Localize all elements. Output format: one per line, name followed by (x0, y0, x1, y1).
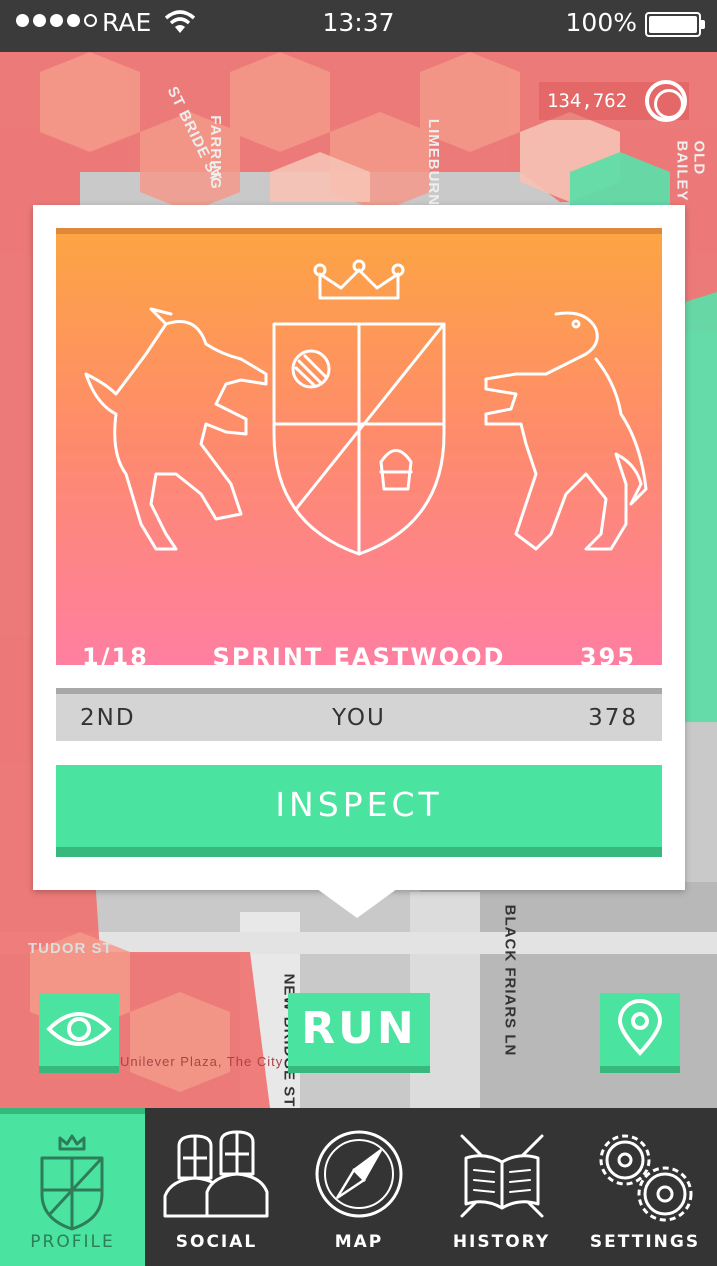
tab-settings[interactable]: SETTINGS (573, 1108, 717, 1266)
tab-label: SETTINGS (589, 1232, 701, 1252)
your-label: YOU (332, 705, 386, 731)
eye-icon (46, 1012, 112, 1046)
inspect-button[interactable]: INSPECT (56, 765, 662, 857)
street-label: FARRING (206, 115, 224, 190)
book-swords-icon (460, 1134, 544, 1218)
crest-icon (40, 1134, 104, 1231)
battery-icon (645, 12, 705, 37)
street-label: LIMEBURN (425, 118, 443, 207)
street-label: TUDOR ST (28, 940, 113, 957)
card-pointer (313, 886, 401, 918)
tab-label: PROFILE (30, 1232, 115, 1252)
view-button[interactable] (39, 993, 119, 1073)
locate-button[interactable] (600, 993, 680, 1073)
street-label: Unilever Plaza, The City (120, 1054, 284, 1069)
run-button[interactable]: RUN (288, 993, 430, 1073)
your-standing-row: 2ND YOU 378 (56, 688, 662, 741)
knights-icon (163, 1130, 269, 1218)
tab-profile[interactable]: PROFILE (0, 1108, 145, 1266)
tab-label: MAP (334, 1232, 384, 1252)
tab-label: SOCIAL (175, 1232, 258, 1252)
street-label: BLACK FRIARS LN (501, 904, 519, 1057)
battery-percent: 100% (565, 8, 637, 37)
coin-icon (645, 80, 687, 122)
crest-panel: 1/18 SPRINT EASTWOOD 395 (56, 228, 662, 671)
tab-bar: PROFILE SOCIAL MAP HISTORY SETTINGS (0, 1108, 717, 1266)
territory-name: SPRINT EASTWOOD (212, 643, 506, 671)
owner-points: 395 (579, 643, 636, 671)
tab-label: HISTORY (452, 1232, 551, 1252)
your-points: 378 (588, 705, 638, 731)
coat-of-arms-icon (84, 259, 648, 556)
tab-history[interactable]: HISTORY (430, 1108, 573, 1266)
status-bar: RAE 13:37 100% (0, 0, 717, 52)
tab-social[interactable]: SOCIAL (145, 1108, 288, 1266)
gears-icon (599, 1134, 693, 1222)
street-label: OLD BAILEY (673, 140, 708, 202)
tab-map[interactable]: MAP (288, 1108, 430, 1266)
map-pin-icon (617, 999, 663, 1056)
compass-icon (315, 1130, 403, 1218)
